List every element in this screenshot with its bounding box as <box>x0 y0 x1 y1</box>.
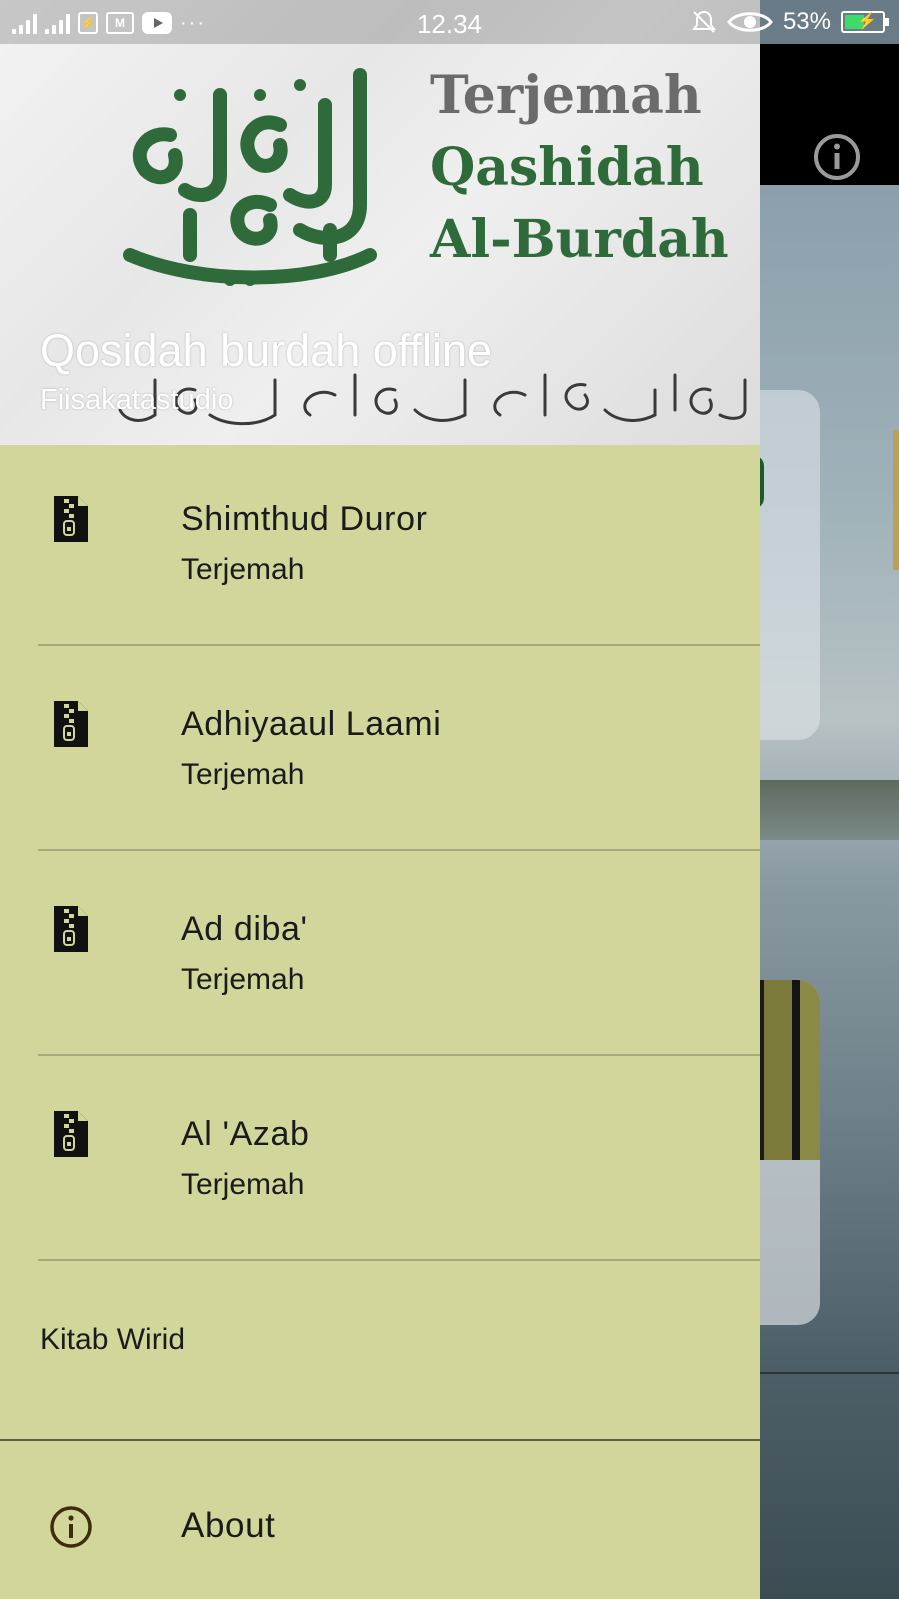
background-divider <box>760 1372 899 1374</box>
drawer-header: Terjemah Qashidah Al-Burdah Qosidah burd… <box>0 0 760 445</box>
drawer-item-subtitle: Terjemah <box>181 758 305 791</box>
arabic-calligraphy-logo <box>123 68 377 286</box>
section-header-kitab-wirid: Kitab Wirid <box>40 1323 186 1356</box>
drawer-title: Qosidah burdah offline <box>40 325 492 376</box>
drawer-item-title: Adhiyaaul Laami <box>181 705 442 743</box>
divider <box>38 1259 760 1261</box>
status-bar: ⚡ M ··· 12.34 53% ⚡ <box>0 0 899 44</box>
zip-file-icon <box>54 496 88 542</box>
notifications-muted-icon <box>691 10 716 33</box>
navigation-drawer: Terjemah Qashidah Al-Burdah Qosidah burd… <box>0 0 760 1599</box>
battery-percent: 53% <box>782 8 831 35</box>
eye-comfort-icon <box>727 12 773 32</box>
zip-file-icon <box>54 701 88 747</box>
about-label: About <box>181 1506 276 1545</box>
divider <box>38 849 760 851</box>
banner-title: Terjemah Qashidah Al-Burdah <box>430 60 760 276</box>
divider <box>38 1054 760 1056</box>
drawer-item-about[interactable]: About <box>0 1441 760 1599</box>
drawer-item-title: Shimthud Duror <box>181 500 428 538</box>
battery-charging-icon: ⚡ <box>841 11 889 33</box>
info-icon[interactable] <box>812 132 862 182</box>
zip-file-icon <box>54 906 88 952</box>
drawer-item-subtitle: Terjemah <box>181 553 305 586</box>
drawer-item-subtitle: Terjemah <box>181 963 305 996</box>
drawer-item-shimthud-duror[interactable]: Shimthud Duror Terjemah <box>0 445 760 649</box>
divider <box>38 644 760 646</box>
drawer-subtitle: Fiisakatastudio <box>40 384 234 416</box>
banner-title-line: Qashidah <box>430 137 704 198</box>
zip-file-icon <box>54 1111 88 1157</box>
drawer-item-subtitle: Terjemah <box>181 1168 305 1201</box>
drawer-item-title: Al 'Azab <box>181 1115 310 1153</box>
drawer-item-title: Ad diba' <box>181 910 308 948</box>
drawer-item-al-azab[interactable]: Al 'Azab Terjemah <box>0 1060 760 1264</box>
banner-title-line: Al-Burdah <box>430 209 729 270</box>
banner-title-line: Terjemah <box>430 65 702 126</box>
drawer-item-adhiyaaul-laami[interactable]: Adhiyaaul Laami Terjemah <box>0 650 760 854</box>
info-icon <box>50 1506 92 1548</box>
drawer-item-ad-diba[interactable]: Ad diba' Terjemah <box>0 855 760 1059</box>
card-edge <box>893 430 899 570</box>
